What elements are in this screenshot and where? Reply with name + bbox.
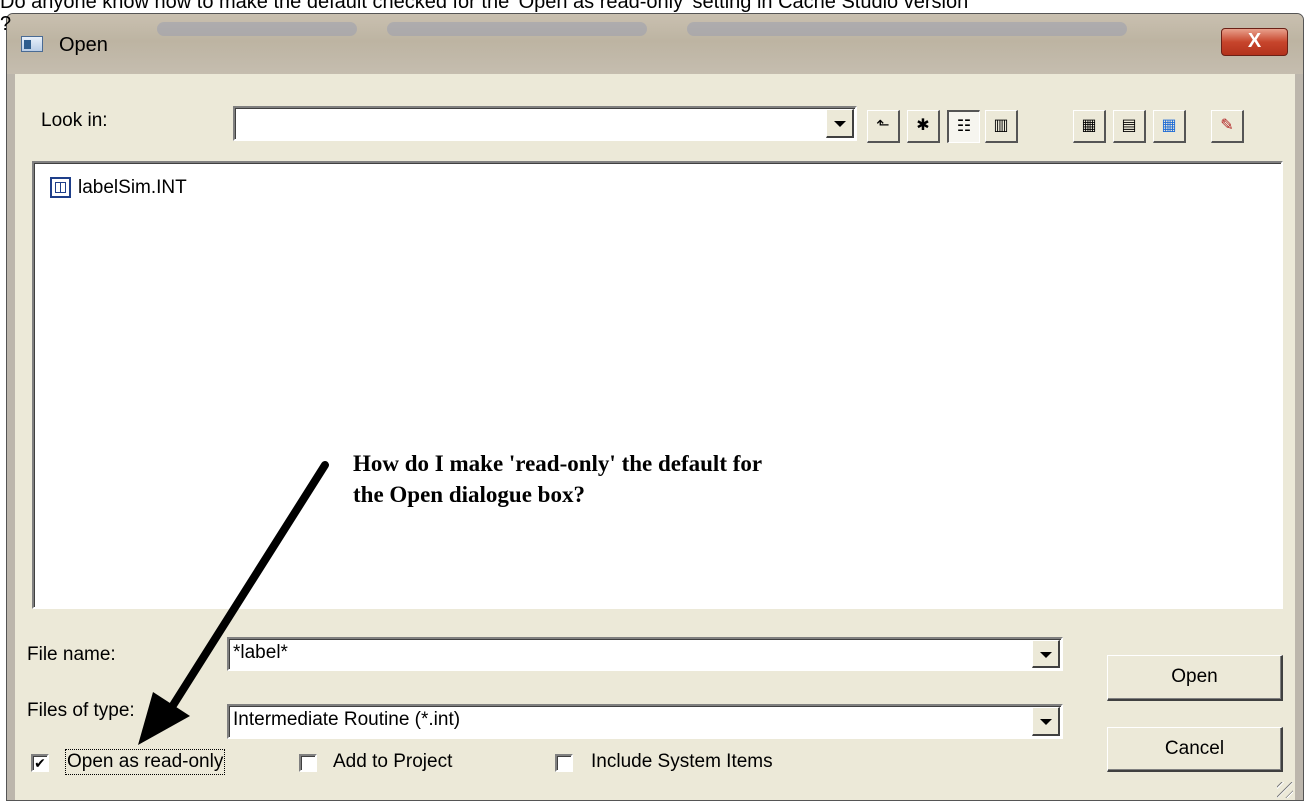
up-folder-button[interactable]: ⬑ [867, 110, 900, 143]
window-icon [21, 36, 43, 52]
toolbar-4-icon: ✎ [1220, 117, 1234, 134]
window-title: Open [59, 34, 108, 56]
add-to-project-checkbox[interactable] [299, 754, 317, 772]
dialog-client-area: Look in: ⬑ ✱ ☷ ▥ ▦ ▤ ▦ ✎ labelSim.INT Ho… [15, 74, 1295, 800]
toolbar-1-icon: ▦ [1081, 117, 1097, 134]
add-to-project-label[interactable]: Add to Project [333, 751, 452, 773]
read-only-checkbox[interactable]: ✔ [31, 754, 49, 772]
question-continuation: ? [0, 13, 12, 35]
annotation-line-1: How do I make 'read-only' the default fo… [353, 451, 763, 476]
toolbar-button-1[interactable]: ▦ [1073, 110, 1106, 143]
details-view-button[interactable]: ▥ [985, 110, 1018, 143]
toolbar-3-icon: ▦ [1161, 117, 1177, 134]
open-dialog-window: Open X Look in: ⬑ ✱ ☷ ▥ ▦ ▤ ▦ ✎ labelSim… [6, 13, 1304, 801]
title-bar-background [157, 22, 357, 36]
include-system-items-checkbox[interactable] [555, 754, 573, 772]
include-system-items-label[interactable]: Include System Items [591, 751, 773, 773]
file-name-input[interactable]: *label* [233, 642, 288, 664]
title-bar-background [687, 22, 1127, 36]
files-of-type-value: Intermediate Routine (*.int) [233, 709, 461, 730]
title-bar[interactable]: Open X [7, 14, 1303, 74]
cancel-button[interactable]: Cancel [1107, 727, 1283, 772]
read-only-label[interactable]: Open as read-only [64, 749, 226, 775]
look-in-dropdown-button[interactable] [826, 109, 854, 138]
title-bar-background [387, 22, 647, 36]
checkmark-icon: ✔ [34, 755, 46, 771]
up-folder-icon: ⬑ [876, 117, 890, 134]
list-view-icon: ☷ [956, 118, 972, 135]
files-of-type-dropdown-button[interactable] [1032, 707, 1060, 736]
question-text: Do anyone know how to make the default c… [0, 0, 969, 13]
files-of-type-label: Files of type: [27, 700, 135, 721]
int-file-icon [50, 177, 71, 198]
files-of-type-combo[interactable]: Intermediate Routine (*.int) [227, 704, 1063, 739]
file-list[interactable]: labelSim.INT [32, 161, 1283, 609]
new-folder-button[interactable]: ✱ [907, 110, 940, 143]
toolbar-button-3[interactable]: ▦ [1153, 110, 1186, 143]
file-item-name[interactable]: labelSim.INT [78, 177, 187, 199]
toolbar-button-2[interactable]: ▤ [1113, 110, 1146, 143]
look-in-combo[interactable] [233, 106, 857, 141]
resize-grip[interactable] [1277, 782, 1293, 798]
file-name-dropdown-button[interactable] [1032, 640, 1060, 668]
annotation-line-2: the Open dialogue box? [353, 482, 585, 507]
toolbar-button-4[interactable]: ✎ [1211, 110, 1244, 143]
close-button[interactable]: X [1221, 28, 1288, 56]
details-view-icon: ▥ [993, 117, 1009, 134]
toolbar-2-icon: ▤ [1121, 117, 1137, 134]
new-folder-icon: ✱ [916, 117, 930, 134]
list-view-button[interactable]: ☷ [947, 110, 980, 143]
annotation-text: How do I make 'read-only' the default fo… [353, 448, 953, 510]
look-in-label: Look in: [41, 110, 108, 131]
file-name-combo[interactable]: *label* [227, 637, 1063, 671]
open-button[interactable]: Open [1107, 655, 1283, 701]
file-name-label: File name: [27, 644, 116, 665]
